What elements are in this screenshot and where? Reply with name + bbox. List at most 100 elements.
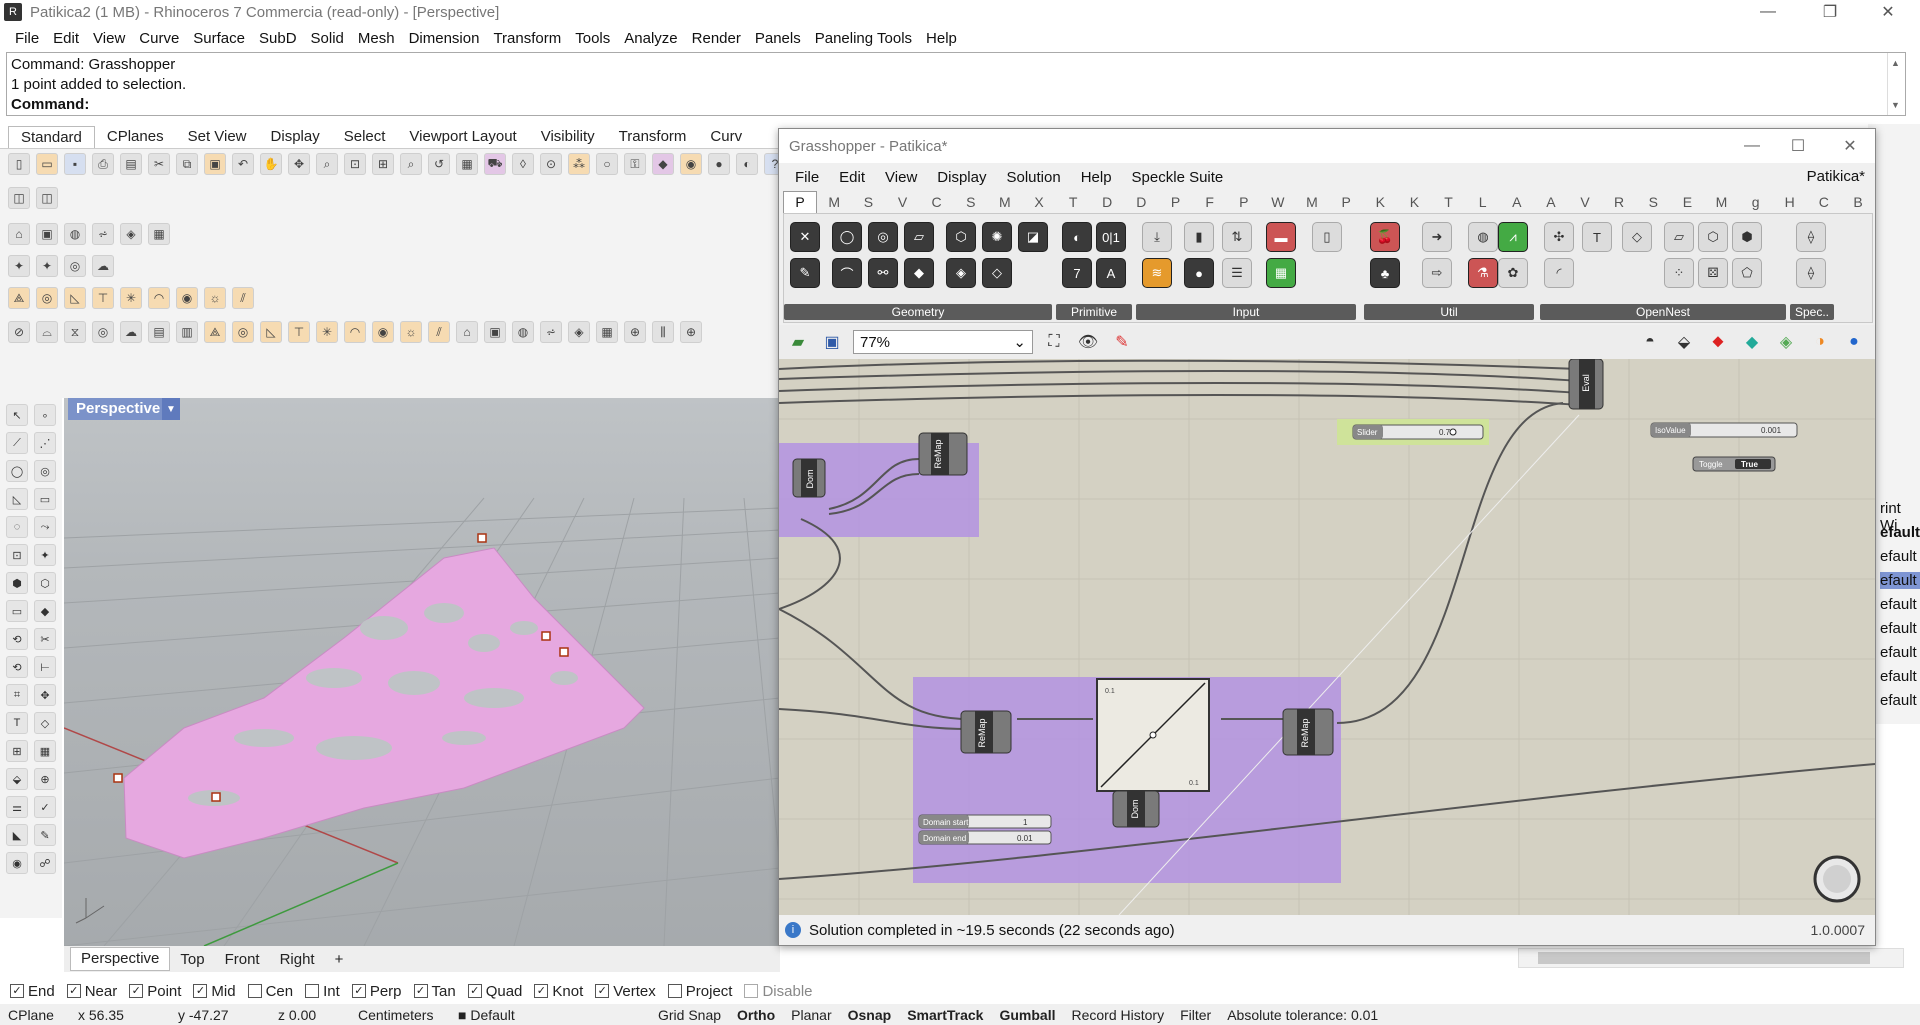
osnap-toggle[interactable]: Osnap — [840, 1007, 900, 1023]
undo-icon[interactable]: ↶ — [232, 153, 254, 175]
gh-sheet-icon[interactable]: ◇ — [1622, 222, 1652, 252]
osnap-disable[interactable]: Disable — [744, 983, 813, 1000]
maximize-button[interactable]: ❐ — [1806, 0, 1854, 24]
tab-standard[interactable]: Standard — [8, 126, 95, 148]
menu-surface[interactable]: Surface — [186, 30, 252, 47]
paneling-3-icon[interactable]: ◺ — [64, 287, 86, 309]
tool-w-icon[interactable]: ⊕ — [624, 321, 646, 343]
gh-tab[interactable]: E — [1670, 194, 1704, 210]
tool-u-icon[interactable]: ◈ — [568, 321, 590, 343]
grid-snap-toggle[interactable]: Grid Snap — [650, 1007, 729, 1023]
gh-tab[interactable]: L — [1466, 194, 1500, 210]
open-file-icon[interactable]: ▭ — [36, 153, 58, 175]
tab-select[interactable]: Select — [332, 126, 398, 148]
checkbox[interactable]: ✓ — [534, 984, 549, 998]
paneling-9-icon[interactable]: ⫽ — [232, 287, 254, 309]
gh-shape-icon[interactable]: ◈ — [946, 258, 976, 288]
gh-tab[interactable]: M — [988, 194, 1022, 210]
menu-render[interactable]: Render — [685, 30, 748, 47]
mesh-grid-icon[interactable]: ▦ — [148, 223, 170, 245]
gh-menu-edit[interactable]: Edit — [829, 169, 875, 186]
gh-preview-off-icon[interactable]: ◓ — [1637, 329, 1663, 355]
osnap-tan[interactable]: ✓ Tan — [413, 983, 456, 1000]
left-tool-icon[interactable]: ⋰ — [34, 432, 56, 454]
gh-component-dom-top[interactable]: Dom — [792, 458, 826, 498]
checkbox[interactable] — [744, 984, 759, 998]
left-tool-icon[interactable]: ◣ — [6, 824, 28, 846]
left-tool-icon[interactable]: ⌗ — [6, 684, 28, 706]
gh-subd-icon[interactable]: ◪ — [1018, 222, 1048, 252]
gh-tab[interactable]: S — [851, 194, 885, 210]
checkbox[interactable]: ✓ — [413, 984, 428, 998]
left-tool-icon[interactable]: ☍ — [34, 852, 56, 874]
zoom-icon[interactable]: ⌕ — [316, 153, 338, 175]
tool-o-icon[interactable]: ☼ — [400, 321, 422, 343]
tab-viewport-layout[interactable]: Viewport Layout — [397, 126, 528, 148]
left-tool-icon[interactable]: ◺ — [6, 488, 28, 510]
gh-knob-icon[interactable]: ● — [1184, 258, 1214, 288]
left-tool-icon[interactable]: ◯ — [6, 460, 28, 482]
gh-dice-icon[interactable]: ⚄ — [1698, 258, 1728, 288]
gh-signal-icon[interactable]: ◜ — [1544, 258, 1574, 288]
ortho-toggle[interactable]: Ortho — [729, 1007, 783, 1023]
smarttrack-toggle[interactable]: SmartTrack — [899, 1007, 991, 1023]
gh-tab[interactable]: W — [1261, 194, 1295, 210]
tool-q-icon[interactable]: ⌂ — [456, 321, 478, 343]
left-tool-icon[interactable]: ⚌ — [6, 796, 28, 818]
gh-menu-speckle[interactable]: Speckle Suite — [1122, 169, 1234, 186]
gh-tab[interactable]: B — [1841, 194, 1875, 210]
gh-pencil-icon[interactable]: ✎ — [790, 258, 820, 288]
left-tool-icon[interactable]: ⊢ — [34, 656, 56, 678]
gh-tab[interactable]: D — [1090, 194, 1124, 210]
checkbox[interactable]: ✓ — [193, 984, 208, 998]
print-icon[interactable]: ⎙ — [92, 153, 114, 175]
copy-icon[interactable]: ⧉ — [176, 153, 198, 175]
cplane-label[interactable]: CPlane — [0, 1007, 70, 1023]
zoom-selected-icon[interactable]: ⌕ — [400, 153, 422, 175]
gh-component-remap-top[interactable]: ReMap — [918, 432, 968, 476]
osnap-end[interactable]: ✓ End — [10, 983, 55, 1000]
left-tool-icon[interactable]: ⊞ — [6, 740, 28, 762]
osnap-near[interactable]: ✓ Near — [66, 983, 117, 1000]
paneling-6-icon[interactable]: ◠ — [148, 287, 170, 309]
gh-mesh-icon[interactable]: ✺ — [982, 222, 1012, 252]
osnap-point[interactable]: ✓ Point — [129, 983, 181, 1000]
gh-component-eval[interactable]: Eval — [1568, 359, 1604, 410]
gh-tab[interactable]: F — [1193, 194, 1227, 210]
left-tool-icon[interactable]: ⬢ — [6, 572, 28, 594]
tool-v-icon[interactable]: ▦ — [596, 321, 618, 343]
gh-open-icon[interactable]: ▰ — [785, 329, 811, 355]
gh-tab[interactable]: X — [1022, 194, 1056, 210]
gh-circle-icon[interactable]: ◯ — [832, 222, 862, 252]
menu-mesh[interactable]: Mesh — [351, 30, 402, 47]
paneling-4-icon[interactable]: ⊤ — [92, 287, 114, 309]
tool-g-icon[interactable]: ▥ — [176, 321, 198, 343]
gh-preview-settings-icon[interactable]: ● — [1841, 329, 1867, 355]
left-tool-icon[interactable]: ✂ — [34, 628, 56, 650]
gh-cherry-icon[interactable]: 🍒 — [1370, 222, 1400, 252]
gh-shape2-icon[interactable]: ◇ — [982, 258, 1012, 288]
left-tool-icon[interactable]: ⤳ — [34, 516, 56, 538]
gh-component-remap-right[interactable]: ReMap — [1282, 708, 1334, 756]
dock-item[interactable]: efault — [1880, 548, 1917, 565]
command-scrollbar[interactable]: ▲ ▼ — [1887, 53, 1903, 115]
left-tool-icon[interactable]: ⟲ — [6, 656, 28, 678]
gh-gradient-icon[interactable]: ▬ — [1266, 222, 1296, 252]
subd-icon[interactable]: ✦ — [8, 255, 30, 277]
gh-menu-file[interactable]: File — [785, 169, 829, 186]
left-tool-icon[interactable]: ⊡ — [6, 544, 28, 566]
gh-tab[interactable]: C — [1807, 194, 1841, 210]
osnap-quad[interactable]: ✓ Quad — [467, 983, 522, 1000]
gumball-toggle[interactable]: Gumball — [991, 1007, 1063, 1023]
dock-item[interactable]: efault — [1880, 596, 1917, 613]
box-edit-icon[interactable]: ◫ — [36, 187, 58, 209]
left-tool-icon[interactable]: ▭ — [6, 600, 28, 622]
left-tool-icon[interactable]: ◉ — [6, 852, 28, 874]
left-tool-icon[interactable]: ◇ — [34, 712, 56, 734]
gh-surface-icon[interactable]: ▱ — [904, 222, 934, 252]
gh-menu-solution[interactable]: Solution — [996, 169, 1070, 186]
cloud-icon[interactable]: ☁ — [92, 255, 114, 277]
paneling-1-icon[interactable]: ⟁ — [8, 287, 30, 309]
gh-panel-icon[interactable]: ☰ — [1222, 258, 1252, 288]
new-file-icon[interactable]: ▯ — [8, 153, 30, 175]
